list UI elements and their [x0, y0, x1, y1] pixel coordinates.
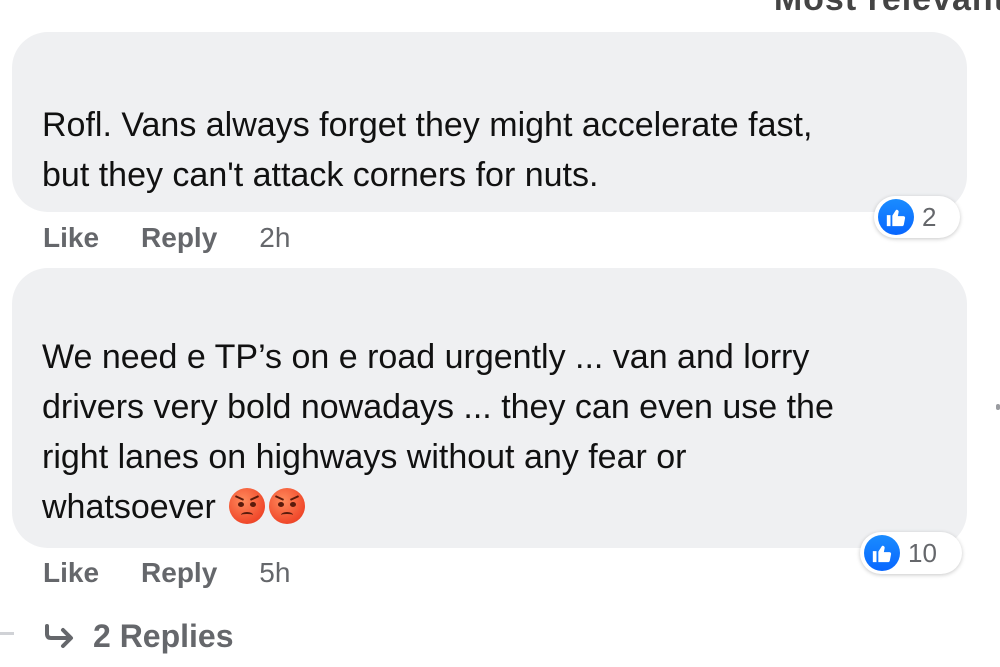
reaction-count: 10 — [908, 537, 937, 568]
comment-line: whatsoever — [42, 488, 216, 526]
reaction-summary[interactable]: 10 — [860, 532, 962, 574]
reaction-summary[interactable]: 2 — [874, 196, 960, 238]
more-options-edge[interactable] — [996, 404, 1000, 410]
comment-timestamp[interactable]: 5h — [259, 557, 290, 589]
comment-bubble: Rofl. Vans always forget they might acce… — [12, 32, 967, 212]
view-replies-link[interactable]: 2 Replies — [43, 614, 234, 658]
like-button[interactable]: Like — [43, 222, 99, 254]
thumbs-up-icon — [878, 199, 914, 235]
reply-arrow-icon — [45, 624, 73, 648]
comment-actions: Like Reply 2h — [43, 218, 290, 258]
comment-line: drivers very bold nowadays ... they can … — [42, 388, 834, 426]
like-button[interactable]: Like — [43, 557, 99, 589]
comment-actions: Like Reply 5h — [43, 553, 290, 593]
reply-button[interactable]: Reply — [141, 557, 217, 589]
comment-bubble: We need e TP’s on e road urgently ... va… — [12, 268, 967, 548]
comment-line: We need e TP’s on e road urgently ... va… — [42, 338, 810, 376]
comment-text: Rofl. Vans always forget they might acce… — [42, 100, 937, 200]
reaction-count: 2 — [922, 201, 937, 232]
replies-label: 2 Replies — [93, 617, 234, 654]
comment-line: Rofl. Vans always forget they might acce… — [42, 106, 813, 144]
sort-label-cutoff[interactable]: Most relevant — [774, 0, 1000, 19]
thumbs-up-icon — [864, 535, 900, 571]
pouting-face-icon — [269, 488, 306, 524]
comment-line: but they can't attack corners for nuts. — [42, 156, 599, 194]
comment-thread: Most relevant Rofl. Vans always forget t… — [0, 0, 1000, 667]
thread-line — [0, 632, 14, 635]
comment-timestamp[interactable]: 2h — [259, 222, 290, 254]
reply-button[interactable]: Reply — [141, 222, 217, 254]
comment-text: We need e TP’s on e road urgently ... va… — [42, 332, 937, 532]
pouting-face-icon — [229, 488, 266, 524]
comment-line: right lanes on highways without any fear… — [42, 438, 687, 476]
comment-line-last: whatsoever — [42, 482, 937, 532]
